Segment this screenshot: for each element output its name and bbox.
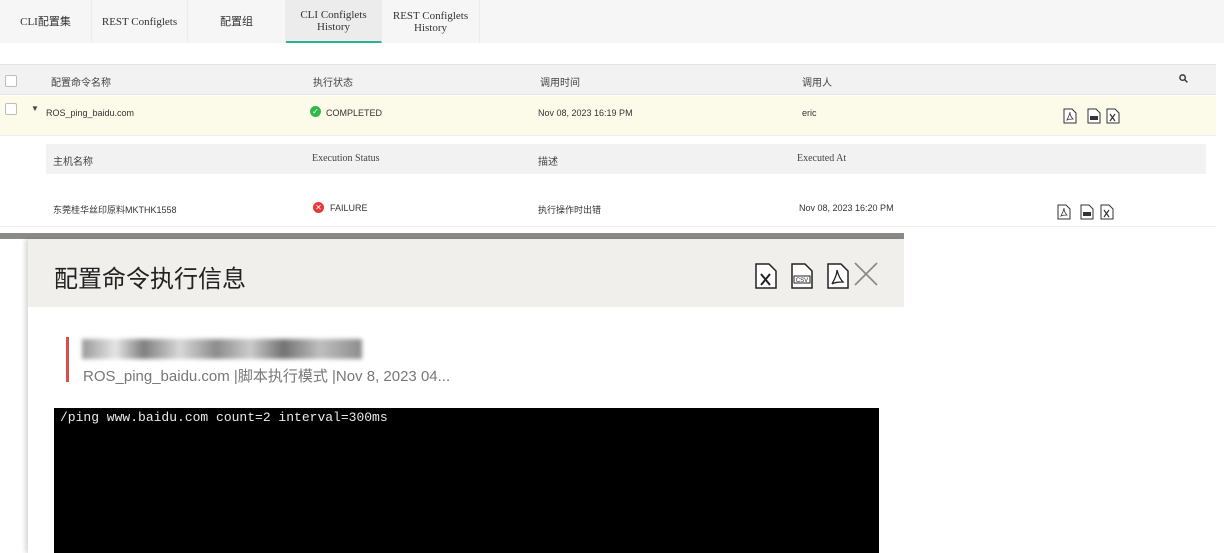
- check-circle-icon: ✓: [310, 106, 321, 117]
- header-user: 调用人: [802, 78, 832, 89]
- tab-bar: CLI配置集 REST Configlets 配置组 CLI Configlet…: [0, 0, 1224, 43]
- svg-text:CSV: CSV: [796, 278, 808, 284]
- row-checkbox[interactable]: [5, 103, 17, 115]
- sub-table-header: 主机名称 Execution Status 描述 Executed At: [46, 144, 1206, 174]
- pdf-export-icon[interactable]: [1057, 204, 1071, 220]
- tab-cli-configlets[interactable]: CLI配置集: [0, 0, 92, 43]
- sub-row-host: 东莞桂华丝印原料MKTHK1558: [53, 205, 177, 215]
- excel-export-icon[interactable]: [755, 263, 777, 289]
- execution-info-modal: 配置命令执行信息 CSV ROS_ping_baidu.com |脚本执行模式 …: [28, 239, 904, 553]
- expand-caret-icon[interactable]: ▼: [31, 104, 39, 113]
- search-icon[interactable]: [1179, 74, 1188, 83]
- pdf-export-icon[interactable]: [827, 263, 849, 289]
- row-status: COMPLETED: [326, 108, 383, 118]
- header-time: 调用时间: [540, 78, 580, 89]
- expanded-detail: 主机名称 Execution Status 描述 Executed At 东莞桂…: [0, 136, 1216, 227]
- sub-row-executed-at: Nov 08, 2023 16:20 PM: [799, 203, 894, 213]
- sub-row-desc: 执行操作时出错: [538, 205, 602, 215]
- tab-rest-configlets-history[interactable]: REST Configlets History: [382, 0, 480, 43]
- header-name: 配置命令名称: [51, 78, 111, 89]
- csv-export-icon[interactable]: CSV: [791, 263, 813, 289]
- excel-export-icon[interactable]: [1100, 204, 1114, 220]
- close-icon[interactable]: [853, 261, 879, 287]
- modal-header: 配置命令执行信息 CSV: [28, 239, 904, 307]
- modal-title: 配置命令执行信息: [54, 265, 246, 293]
- select-all-checkbox[interactable]: [5, 75, 17, 87]
- sub-header-executed-at: Executed At: [797, 153, 847, 164]
- pdf-export-icon[interactable]: [1063, 108, 1077, 124]
- terminal-output[interactable]: /ping www.baidu.com count=2 interval=300…: [54, 408, 879, 553]
- row-config-name[interactable]: ROS_ping_baidu.com: [46, 108, 134, 118]
- table-row[interactable]: ▼ ROS_ping_baidu.com ✓ COMPLETED Nov 08,…: [0, 96, 1216, 136]
- sub-header-host: 主机名称: [53, 157, 93, 168]
- blurred-hostname: [82, 339, 362, 359]
- error-circle-icon: ✕: [313, 202, 324, 213]
- header-status: 执行状态: [313, 78, 353, 89]
- csv-export-icon[interactable]: [1080, 204, 1094, 220]
- csv-export-icon[interactable]: [1087, 108, 1101, 124]
- accent-bar: [66, 337, 69, 382]
- execution-meta: ROS_ping_baidu.com |脚本执行模式 |Nov 8, 2023 …: [83, 368, 451, 385]
- tab-cli-configlets-history[interactable]: CLI Configlets History: [286, 0, 382, 43]
- row-time: Nov 08, 2023 16:19 PM: [538, 108, 633, 118]
- table-header: 配置命令名称 执行状态 调用时间 调用人: [0, 64, 1216, 95]
- tab-rest-configlets[interactable]: REST Configlets: [92, 0, 188, 43]
- sub-header-desc: 描述: [538, 157, 558, 168]
- excel-export-icon[interactable]: [1106, 108, 1120, 124]
- tab-config-groups[interactable]: 配置组: [188, 0, 286, 43]
- sub-row-status[interactable]: FAILURE: [330, 203, 368, 213]
- sub-header-status: Execution Status: [312, 153, 380, 164]
- terminal-command: /ping www.baidu.com count=2 interval=300…: [60, 410, 388, 425]
- row-user: eric: [802, 108, 817, 118]
